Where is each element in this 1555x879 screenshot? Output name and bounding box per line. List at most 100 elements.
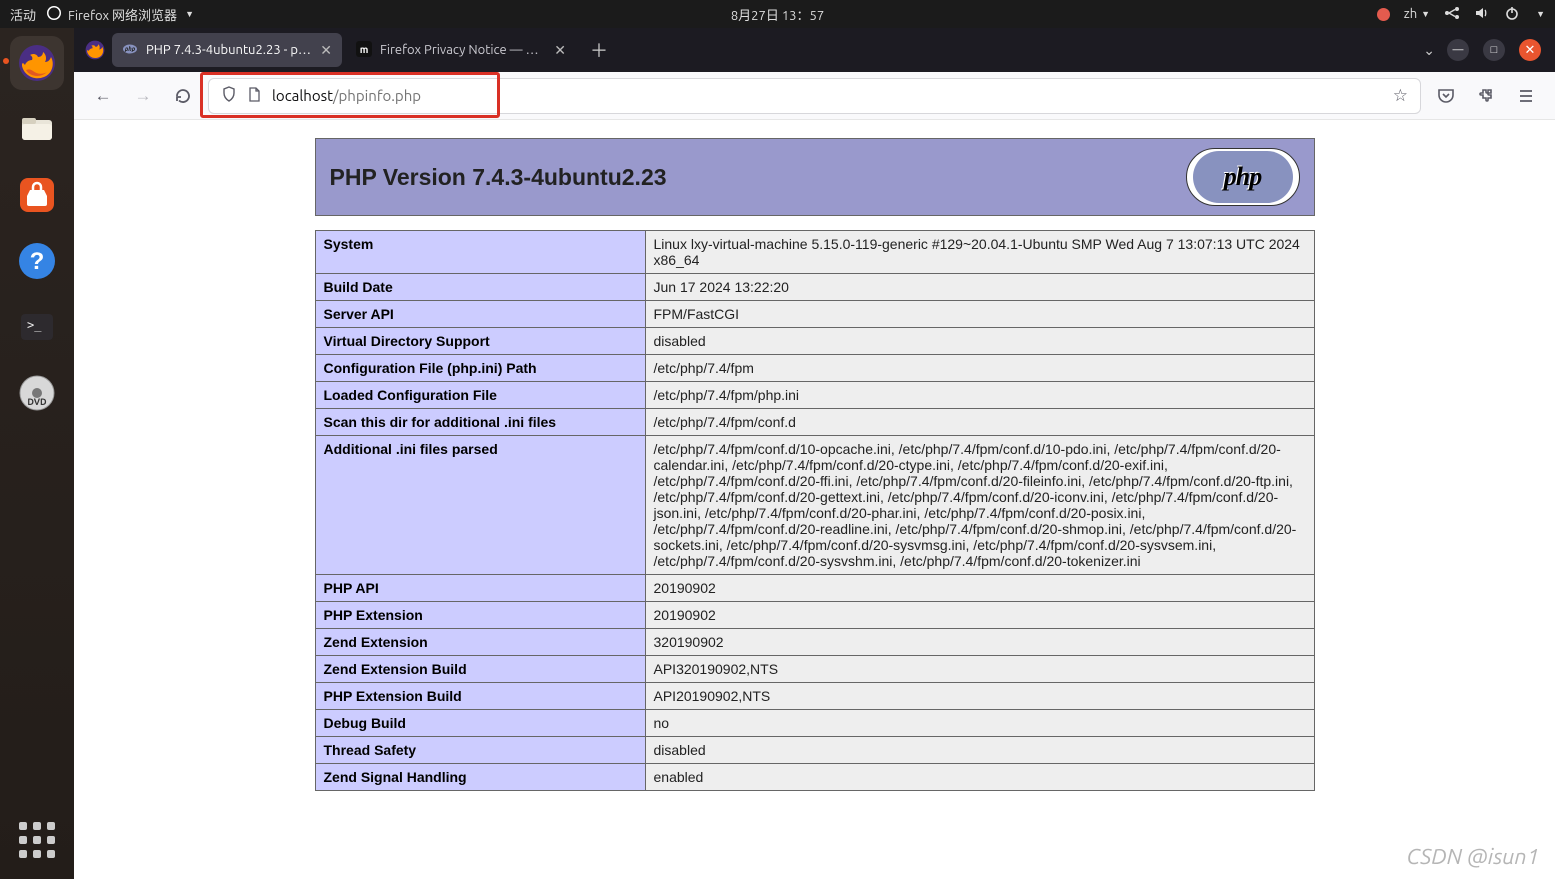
- notification-indicator-icon[interactable]: [1377, 8, 1390, 21]
- back-button[interactable]: ←: [88, 81, 118, 111]
- phpinfo-value: /etc/php/7.4/fpm/php.ini: [645, 382, 1314, 409]
- activities-button[interactable]: 活动: [10, 5, 36, 24]
- phpinfo-key: Debug Build: [315, 710, 645, 737]
- app-menu[interactable]: Firefox 网络浏览器 ▼: [46, 5, 194, 24]
- svg-text:>_: >_: [27, 318, 42, 332]
- firefox-tabstrip: php PHP 7.4.3-4ubuntu2.23 - phpinfo() ✕ …: [74, 28, 1555, 72]
- table-row: Virtual Directory Supportdisabled: [315, 328, 1314, 355]
- php-version-title: PHP Version 7.4.3-4ubuntu2.23: [330, 164, 667, 191]
- phpinfo-header: PHP Version 7.4.3-4ubuntu2.23 php: [315, 138, 1315, 216]
- tab-phpinfo[interactable]: php PHP 7.4.3-4ubuntu2.23 - phpinfo() ✕: [112, 33, 342, 67]
- system-menu-chevron-icon[interactable]: ▼: [1536, 9, 1545, 19]
- table-row: Server APIFPM/FastCGI: [315, 301, 1314, 328]
- dock-app-dvd[interactable]: DVD: [10, 366, 64, 420]
- phpinfo-key: Zend Extension: [315, 629, 645, 656]
- table-row: PHP API20190902: [315, 575, 1314, 602]
- new-tab-button[interactable]: ＋: [580, 37, 618, 63]
- phpinfo-value: API20190902,NTS: [645, 683, 1314, 710]
- phpinfo-key: Configuration File (php.ini) Path: [315, 355, 645, 382]
- gnome-topbar: 活动 Firefox 网络浏览器 ▼ 8月27日 13：57 zh▼ ▼: [0, 0, 1555, 28]
- phpinfo-key: Loaded Configuration File: [315, 382, 645, 409]
- ubuntu-dock: ? >_ DVD: [0, 28, 74, 879]
- phpinfo-value: disabled: [645, 737, 1314, 764]
- topbar-clock[interactable]: 8月27日 13：57: [731, 5, 824, 24]
- phpinfo-value: enabled: [645, 764, 1314, 791]
- pocket-icon[interactable]: [1431, 81, 1461, 111]
- php-logo-text: php: [1193, 151, 1293, 203]
- reload-button[interactable]: [168, 81, 198, 111]
- phpinfo-value: no: [645, 710, 1314, 737]
- phpinfo-key: PHP API: [315, 575, 645, 602]
- phpinfo-value: API320190902,NTS: [645, 656, 1314, 683]
- phpinfo-value: FPM/FastCGI: [645, 301, 1314, 328]
- phpinfo-value: 20190902: [645, 602, 1314, 629]
- phpinfo-key: Thread Safety: [315, 737, 645, 764]
- svg-text:m: m: [360, 44, 369, 55]
- table-row: Loaded Configuration File/etc/php/7.4/fp…: [315, 382, 1314, 409]
- table-row: SystemLinux lxy-virtual-machine 5.15.0-1…: [315, 231, 1314, 274]
- firefox-icon: [46, 5, 62, 24]
- phpinfo-table: SystemLinux lxy-virtual-machine 5.15.0-1…: [315, 230, 1315, 791]
- phpinfo-value: Linux lxy-virtual-machine 5.15.0-119-gen…: [645, 231, 1314, 274]
- dock-app-firefox[interactable]: [10, 36, 64, 90]
- table-row: Build DateJun 17 2024 13:22:20: [315, 274, 1314, 301]
- table-row: Thread Safetydisabled: [315, 737, 1314, 764]
- window-close-button[interactable]: ✕: [1519, 39, 1541, 61]
- dock-app-software[interactable]: [10, 168, 64, 222]
- dock-show-apps[interactable]: [12, 815, 62, 865]
- phpinfo-key: Server API: [315, 301, 645, 328]
- phpinfo-value: /etc/php/7.4/fpm/conf.d/10-opcache.ini, …: [645, 436, 1314, 575]
- phpinfo-value: Jun 17 2024 13:22:20: [645, 274, 1314, 301]
- phpinfo-key: Zend Extension Build: [315, 656, 645, 683]
- firefox-window: php PHP 7.4.3-4ubuntu2.23 - phpinfo() ✕ …: [74, 28, 1555, 879]
- phpinfo-key: System: [315, 231, 645, 274]
- window-maximize-button[interactable]: □: [1483, 39, 1505, 61]
- url-bar[interactable]: localhost/phpinfo.php ☆: [208, 78, 1421, 114]
- phpinfo-value: disabled: [645, 328, 1314, 355]
- window-minimize-button[interactable]: —: [1447, 39, 1469, 61]
- tab-close-icon[interactable]: ✕: [320, 42, 332, 59]
- forward-button[interactable]: →: [128, 81, 158, 111]
- phpinfo-value: 20190902: [645, 575, 1314, 602]
- tab-close-icon[interactable]: ✕: [554, 42, 566, 59]
- tab-favicon-icon: php: [122, 41, 138, 60]
- tab-favicon-icon: m: [356, 41, 372, 60]
- phpinfo-key: Zend Signal Handling: [315, 764, 645, 791]
- bookmark-star-icon[interactable]: ☆: [1393, 86, 1408, 106]
- chevron-down-icon: ▼: [185, 9, 194, 19]
- table-row: Zend Extension320190902: [315, 629, 1314, 656]
- tab-title: PHP 7.4.3-4ubuntu2.23 - phpinfo(): [146, 43, 312, 57]
- volume-icon[interactable]: [1474, 5, 1490, 24]
- svg-text:php: php: [124, 46, 136, 53]
- firefox-menu-icon[interactable]: [82, 37, 108, 63]
- dock-app-terminal[interactable]: >_: [10, 300, 64, 354]
- table-row: Additional .ini files parsed/etc/php/7.4…: [315, 436, 1314, 575]
- table-row: Scan this dir for additional .ini files/…: [315, 409, 1314, 436]
- tabs-dropdown-icon[interactable]: ⌄: [1415, 42, 1443, 59]
- phpinfo-key: Additional .ini files parsed: [315, 436, 645, 575]
- power-icon[interactable]: [1504, 5, 1520, 24]
- network-icon[interactable]: [1444, 5, 1460, 24]
- phpinfo-value: /etc/php/7.4/fpm/conf.d: [645, 409, 1314, 436]
- phpinfo-key: PHP Extension Build: [315, 683, 645, 710]
- table-row: Configuration File (php.ini) Path/etc/ph…: [315, 355, 1314, 382]
- phpinfo-key: Scan this dir for additional .ini files: [315, 409, 645, 436]
- page-content: PHP Version 7.4.3-4ubuntu2.23 php System…: [74, 120, 1555, 879]
- svg-text:DVD: DVD: [27, 397, 47, 407]
- tab-privacy-notice[interactable]: m Firefox Privacy Notice — Mozilla ✕: [346, 33, 576, 67]
- svg-text:?: ?: [30, 248, 45, 275]
- hamburger-menu-icon[interactable]: [1511, 81, 1541, 111]
- table-row: PHP Extension20190902: [315, 602, 1314, 629]
- extensions-icon[interactable]: [1471, 81, 1501, 111]
- page-info-icon[interactable]: [247, 87, 262, 105]
- input-source-indicator[interactable]: zh▼: [1404, 7, 1430, 21]
- phpinfo-key: PHP Extension: [315, 602, 645, 629]
- dock-app-help[interactable]: ?: [10, 234, 64, 288]
- url-text: localhost/phpinfo.php: [272, 87, 421, 104]
- tab-title: Firefox Privacy Notice — Mozilla: [380, 43, 546, 57]
- php-logo: php: [1186, 148, 1300, 206]
- table-row: PHP Extension BuildAPI20190902,NTS: [315, 683, 1314, 710]
- dock-app-files[interactable]: [10, 102, 64, 156]
- app-menu-label: Firefox 网络浏览器: [68, 5, 177, 24]
- shield-icon[interactable]: [221, 86, 237, 105]
